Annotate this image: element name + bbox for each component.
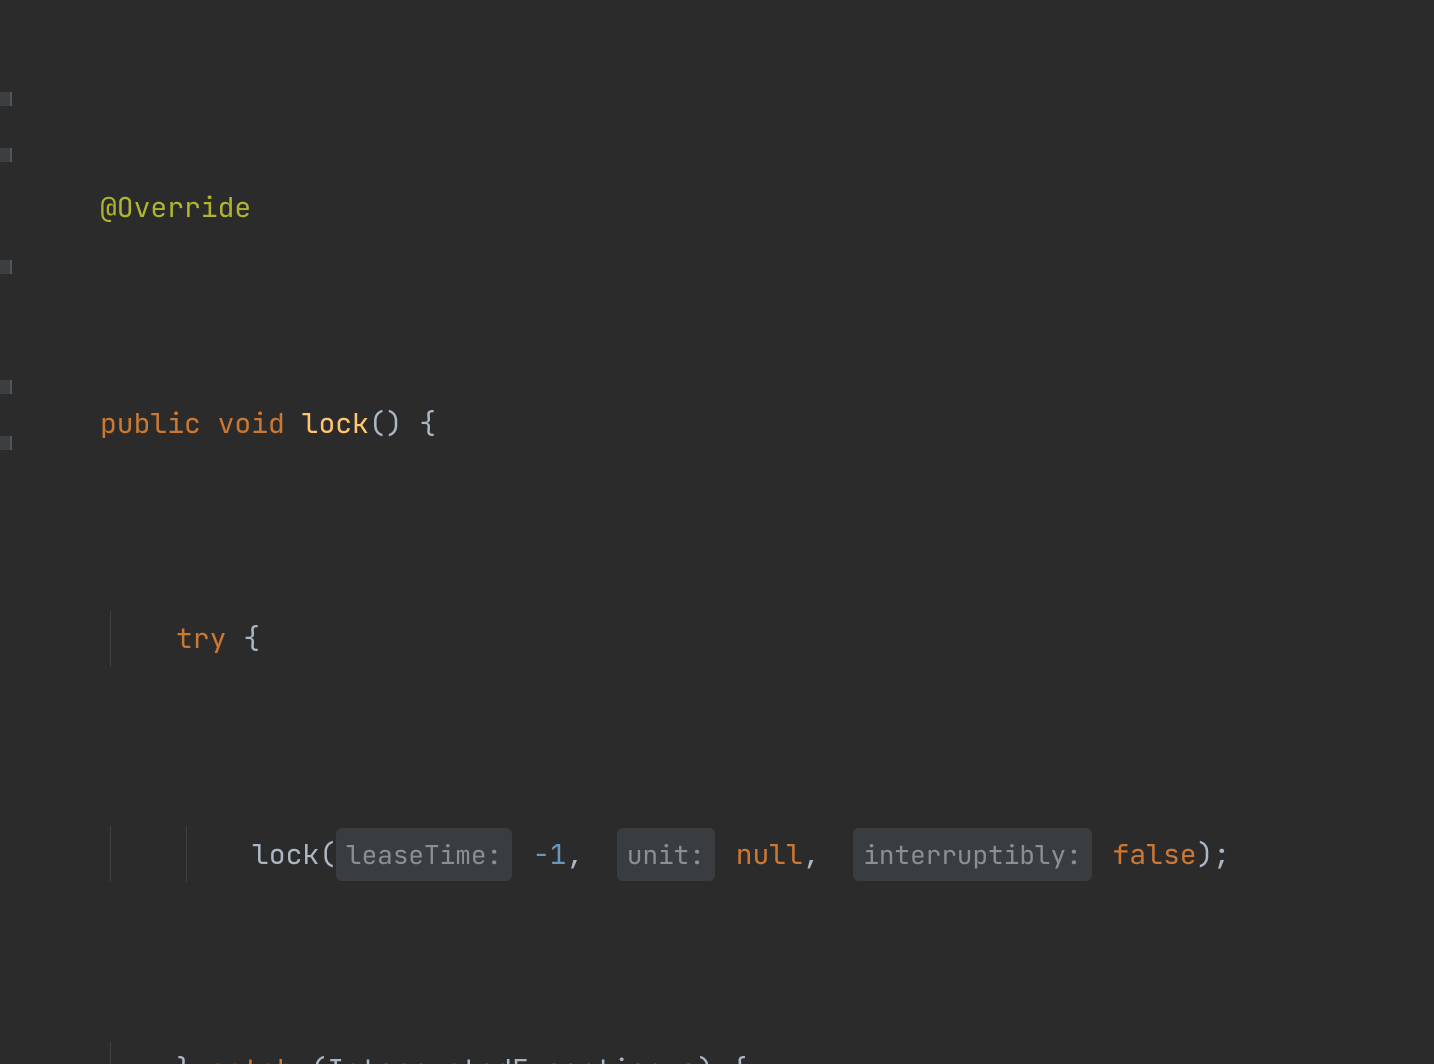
parameter-hint: leaseTime: [336,828,512,881]
code-editor[interactable]: @Override public void lock() { try { loc… [10,20,1434,1064]
keyword-void: void [218,397,285,450]
punctuation: ( [319,828,336,881]
type-name: InterruptedException [327,1043,663,1064]
punctuation: ) { [697,1043,747,1064]
keyword-false: false [1113,828,1197,881]
code-line: try { [100,611,1434,667]
indent-guide [110,1042,111,1064]
code-line: lock(leaseTime: -1, unit: null, interrup… [100,826,1434,882]
punctuation: , [566,828,600,881]
keyword-public: public [100,397,201,450]
punctuation: () { [369,397,436,450]
method-declaration: lock [302,397,369,450]
indent-guide [110,826,111,882]
punctuation: } [176,1043,193,1064]
keyword-null: null [736,828,803,881]
code-line: @Override [100,180,1434,236]
code-line: public void lock() { [100,395,1434,451]
punctuation: ); [1197,828,1231,881]
indent-guide [110,611,111,667]
annotation: @Override [100,181,251,234]
parameter-hint: unit: [617,828,715,881]
number-literal: -1 [533,828,567,881]
punctuation: , [803,828,837,881]
punctuation: ( [310,1043,327,1064]
variable: e [663,1043,697,1064]
indent-guide [186,826,187,882]
method-call: lock [252,828,319,881]
keyword-catch: catch [193,1043,311,1064]
parameter-hint: interruptibly: [853,828,1091,881]
code-line: } catch (InterruptedException e) { [100,1042,1434,1064]
punctuation: { [226,612,260,665]
keyword-try: try [176,612,226,665]
